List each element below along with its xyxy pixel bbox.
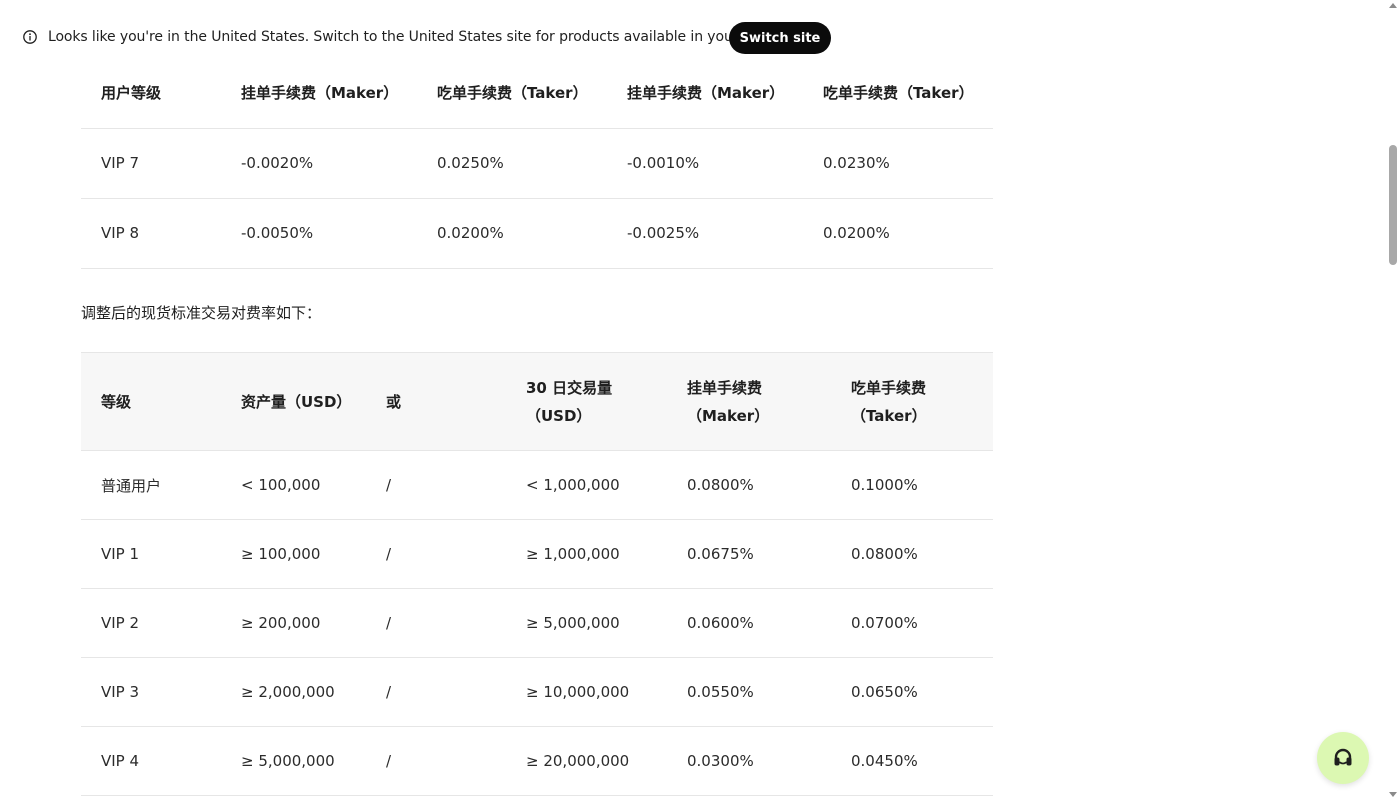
table-row: VIP 4 ≥ 5,000,000 / ≥ 20,000,000 0.0300%…	[81, 726, 993, 796]
table-cell: /	[366, 588, 506, 658]
table-cell: ≥ 2,000,000	[221, 657, 366, 727]
table-cell: -0.0050%	[221, 198, 417, 269]
table-cell: ≥ 100,000	[221, 519, 366, 589]
table-cell: ≥ 5,000,000	[221, 726, 366, 796]
table-cell: -0.0025%	[607, 198, 803, 269]
table-cell: 0.0450%	[831, 726, 993, 796]
switch-site-button[interactable]: Switch site	[729, 22, 831, 54]
table-cell: ≥ 20,000,000	[506, 726, 667, 796]
table-cell: VIP 1	[81, 519, 221, 589]
table-cell: 0.0675%	[667, 519, 831, 589]
table-cell: 0.0700%	[831, 588, 993, 658]
vip-fee-table: 用户等级 挂单手续费（Maker） 吃单手续费（Taker） 挂单手续费（Mak…	[81, 58, 993, 269]
column-header: 等级	[81, 352, 221, 451]
info-icon	[23, 30, 37, 44]
table-cell: VIP 4	[81, 726, 221, 796]
table-cell: 0.1000%	[831, 450, 993, 520]
table-cell: ≥ 5,000,000	[506, 588, 667, 658]
table-cell: ≥ 1,000,000	[506, 519, 667, 589]
spot-fee-intro: 调整后的现货标准交易对费率如下：	[81, 304, 322, 322]
table-cell: /	[366, 450, 506, 520]
table-cell: < 100,000	[221, 450, 366, 520]
scrollbar-thumb[interactable]	[1389, 145, 1397, 265]
region-banner: Looks like you're in the United States. …	[0, 0, 1386, 76]
table-cell: 0.0250%	[417, 128, 607, 199]
support-chat-button[interactable]	[1317, 732, 1369, 784]
table-cell: < 1,000,000	[506, 450, 667, 520]
table-row: VIP 2 ≥ 200,000 / ≥ 5,000,000 0.0600% 0.…	[81, 588, 993, 658]
table-row: VIP 1 ≥ 100,000 / ≥ 1,000,000 0.0675% 0.…	[81, 519, 993, 589]
table-cell: 0.0800%	[667, 450, 831, 520]
table-cell: VIP 8	[81, 198, 221, 269]
table-cell: 0.0550%	[667, 657, 831, 727]
table-row: VIP 7 -0.0020% 0.0250% -0.0010% 0.0230%	[81, 128, 993, 199]
table-cell: 0.0600%	[667, 588, 831, 658]
table-cell: VIP 3	[81, 657, 221, 727]
spot-fee-table: 等级 资产量（USD） 或 30 日交易量（USD） 挂单手续费（Maker） …	[81, 352, 993, 796]
table-cell: /	[366, 726, 506, 796]
table-cell: /	[366, 657, 506, 727]
table-cell: -0.0020%	[221, 128, 417, 199]
column-header: 资产量（USD）	[221, 352, 366, 451]
table-cell: -0.0010%	[607, 128, 803, 199]
table-cell: ≥ 10,000,000	[506, 657, 667, 727]
table-cell: VIP 7	[81, 128, 221, 199]
column-header: 或	[366, 352, 506, 451]
table-cell: ≥ 200,000	[221, 588, 366, 658]
region-banner-message: Looks like you're in the United States. …	[48, 29, 791, 45]
table-row: VIP 3 ≥ 2,000,000 / ≥ 10,000,000 0.0550%…	[81, 657, 993, 727]
column-header: 挂单手续费（Maker）	[667, 352, 831, 451]
vertical-scrollbar[interactable]	[1386, 0, 1400, 800]
page: Looks like you're in the United States. …	[0, 0, 1400, 800]
table-row: 普通用户 < 100,000 / < 1,000,000 0.0800% 0.1…	[81, 450, 993, 520]
column-header: 吃单手续费（Taker）	[831, 352, 993, 451]
table-row: VIP 8 -0.0050% 0.0200% -0.0025% 0.0200%	[81, 198, 993, 269]
table-cell: 普通用户	[81, 450, 221, 520]
scroll-up-arrow-icon[interactable]	[1389, 3, 1397, 8]
column-header: 30 日交易量（USD）	[506, 352, 667, 451]
table-cell: 0.0300%	[667, 726, 831, 796]
table-cell: /	[366, 519, 506, 589]
table-cell: 0.0200%	[417, 198, 607, 269]
table-cell: VIP 2	[81, 588, 221, 658]
table-header-row: 等级 资产量（USD） 或 30 日交易量（USD） 挂单手续费（Maker） …	[81, 352, 993, 451]
table-cell: 0.0650%	[831, 657, 993, 727]
table-cell: 0.0230%	[803, 128, 993, 199]
table-cell: 0.0800%	[831, 519, 993, 589]
scroll-down-arrow-icon[interactable]	[1389, 792, 1397, 797]
headset-icon	[1334, 748, 1352, 766]
table-cell: 0.0200%	[803, 198, 993, 269]
